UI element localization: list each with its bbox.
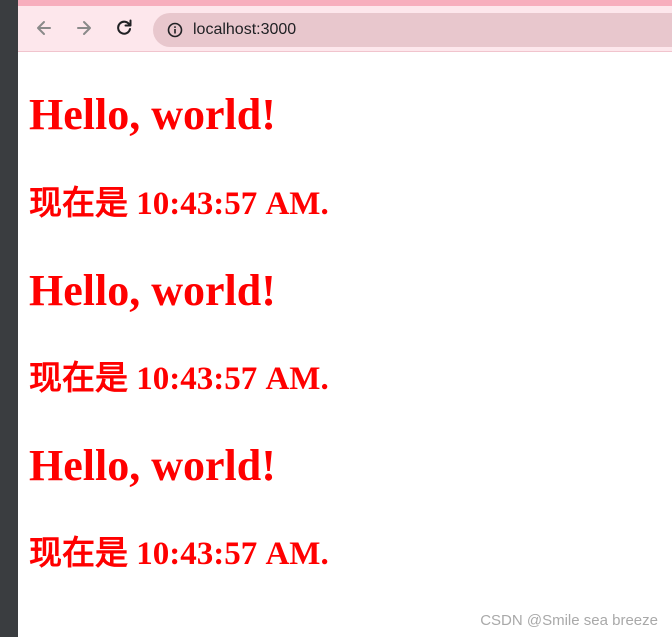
address-bar[interactable]: localhost:3000 — [153, 13, 672, 47]
left-sidebar-edge — [0, 0, 18, 637]
info-icon[interactable] — [167, 22, 183, 38]
browser-toolbar: localhost:3000 — [18, 0, 672, 52]
hello-heading-2: Hello, world! — [29, 266, 276, 315]
back-arrow-icon — [37, 21, 51, 35]
reload-button[interactable] — [110, 14, 138, 42]
forward-button[interactable] — [70, 14, 98, 42]
watermark: CSDN @Smile sea breeze — [480, 612, 658, 629]
back-button[interactable] — [30, 14, 58, 42]
time-text-1: 现在是 10:43:57 AM. — [29, 186, 329, 222]
page-content: Hello, world! 现在是 10:43:57 AM. Hello, wo… — [18, 52, 672, 637]
url-text: localhost:3000 — [193, 21, 297, 38]
hello-heading-3: Hello, world! — [29, 441, 276, 490]
time-text-3: 现在是 10:43:57 AM. — [29, 536, 329, 572]
time-text-2: 现在是 10:43:57 AM. — [29, 361, 329, 397]
hello-heading-1: Hello, world! — [29, 90, 276, 139]
forward-arrow-icon — [77, 21, 91, 35]
reload-icon — [117, 19, 132, 35]
